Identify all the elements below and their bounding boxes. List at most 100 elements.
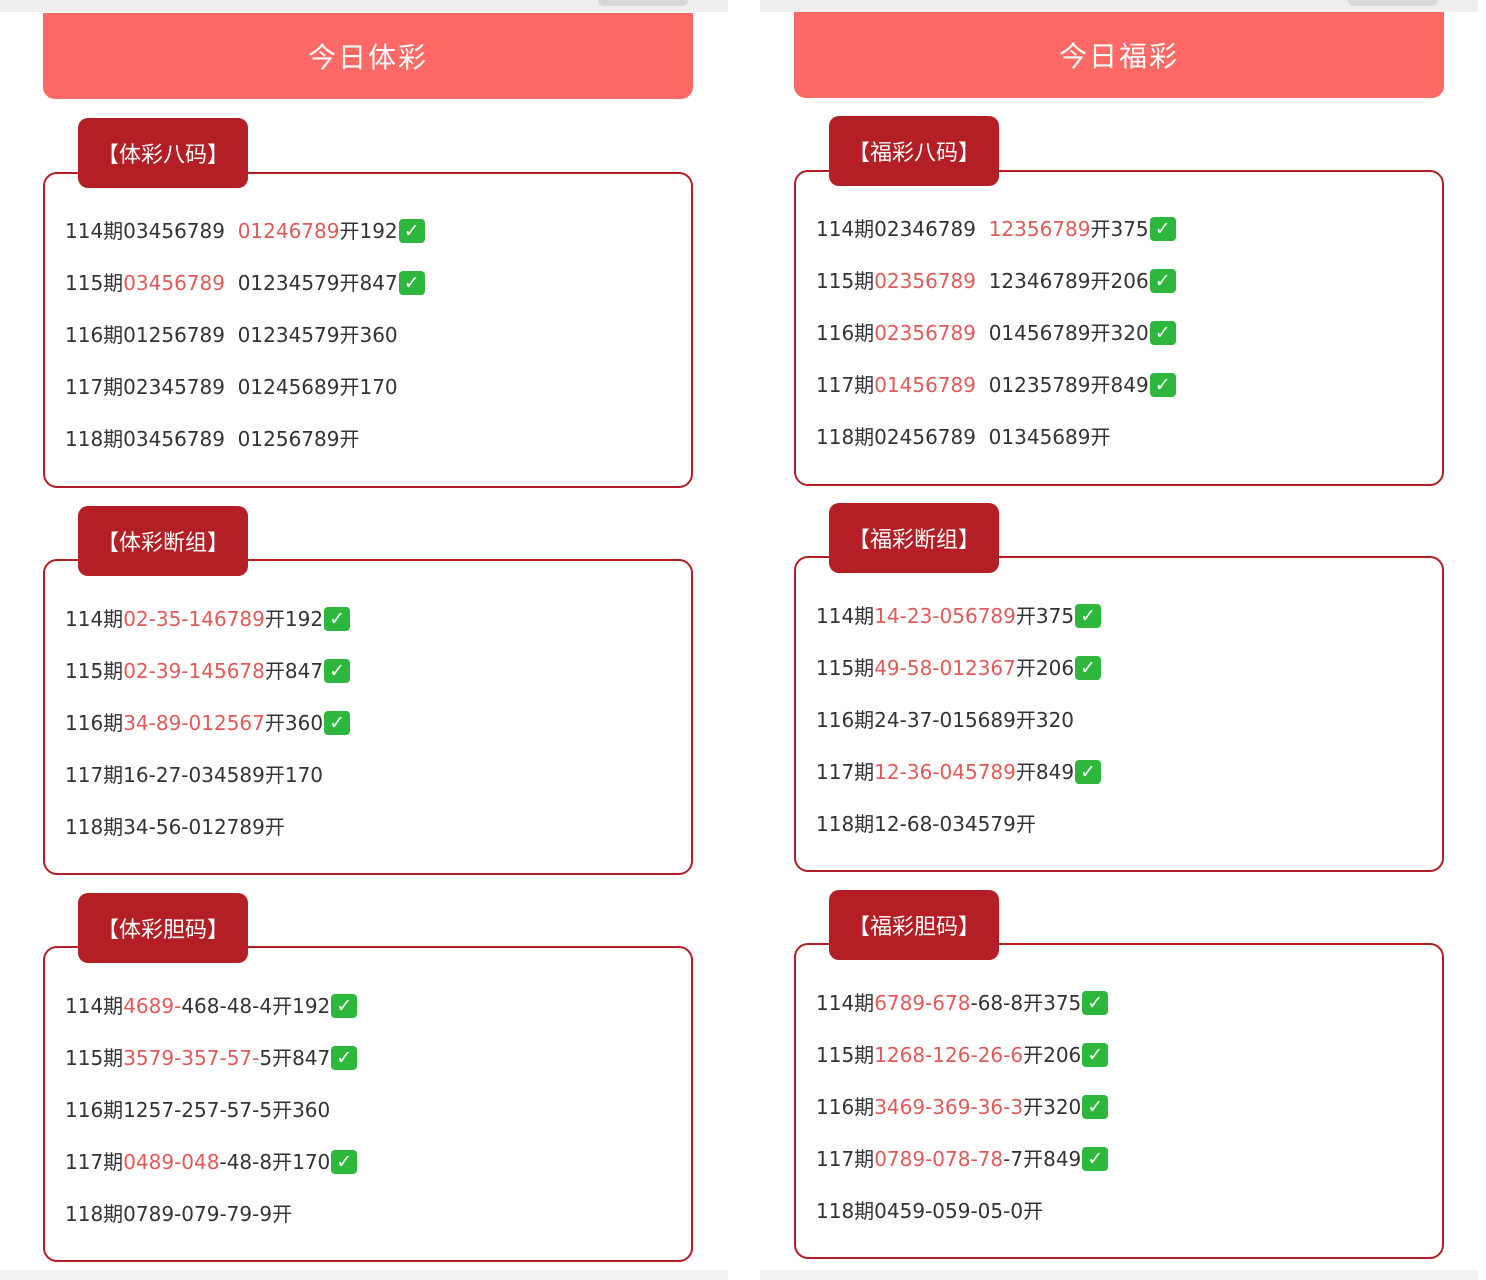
result-row: 114期02346789 12356789 开375 ✓ — [816, 214, 1176, 244]
section-tag: 【体彩胆码】 — [78, 893, 248, 963]
result-text: 118期12-68-034579开 — [816, 812, 1036, 836]
result-text: 开360 — [264, 711, 324, 735]
result-row: 114期 4689- 468-48-4开192 ✓ — [65, 991, 358, 1021]
bottom-strip-left — [0, 1270, 728, 1280]
result-row: 115期 02-39-145678 开847 ✓ — [65, 656, 351, 686]
result-row: 117期 0489-048 -48-8开170 ✓ — [65, 1147, 358, 1177]
highlighted-number: 02356789 — [874, 321, 976, 345]
bottom-strip-right — [760, 1270, 1478, 1280]
check-mark-icon: ✓ — [1149, 321, 1176, 345]
result-text: 114期 — [65, 607, 124, 631]
result-text: 117期16-27-034589开170 — [65, 763, 324, 787]
check-mark-icon: ✓ — [331, 1046, 358, 1070]
result-text: 117期 — [816, 1147, 875, 1171]
highlighted-number: 3579-357-57- — [123, 1046, 260, 1070]
sports-lottery-panel: 今日体彩 【体彩八码】 114期03456789 01246789 开192 ✓ 11… — [43, 0, 693, 1280]
section-tag: 【福彩八码】 — [829, 116, 999, 186]
result-text: 115期 — [816, 1043, 875, 1067]
result-row: 114期 14-23-056789 开375 ✓ — [816, 601, 1102, 631]
result-text: 117期02345789 01245689开170 — [65, 375, 398, 399]
result-row: 115期 1268-126-26-6 开206 ✓ — [816, 1040, 1109, 1070]
result-row: 117期02345789 01245689开170 — [65, 372, 398, 402]
highlighted-number: 02356789 — [874, 269, 976, 293]
highlighted-number: 12-36-045789 — [874, 760, 1016, 784]
result-row: 117期16-27-034589开170 — [65, 760, 323, 790]
result-text: 118期0789-079-79-9开 — [65, 1202, 293, 1226]
check-mark-icon: ✓ — [1082, 1043, 1109, 1067]
result-text: 开847 — [264, 659, 324, 683]
result-text: 114期03456789 — [65, 219, 238, 243]
result-row: 116期 02356789 01456789开320 ✓ — [816, 318, 1176, 348]
panel-title-banner: 今日福彩 — [794, 12, 1444, 98]
highlighted-number: 0789-078-78 — [874, 1147, 1004, 1171]
result-row: 117期 12-36-045789 开849 ✓ — [816, 757, 1102, 787]
result-row: 118期0459-059-05-0开 — [816, 1196, 1043, 1226]
result-text: 开206 — [1015, 656, 1075, 680]
result-row: 117期 01456789 01235789开849 ✓ — [816, 370, 1176, 400]
check-mark-icon: ✓ — [1082, 991, 1109, 1015]
result-text: 115期 — [816, 656, 875, 680]
result-text: 5开847 — [259, 1046, 331, 1070]
check-mark-icon: ✓ — [1149, 373, 1176, 397]
highlighted-number: 3469-369-36-3 — [874, 1095, 1024, 1119]
result-row: 116期 34-89-012567 开360 ✓ — [65, 708, 351, 738]
result-text: 开192 — [339, 219, 398, 243]
result-text: 01235789开849 — [975, 373, 1149, 397]
welfare-lottery-panel: 今日福彩 【福彩八码】 114期02346789 12356789 开375 ✓ 11… — [794, 0, 1444, 1280]
result-row: 118期0789-079-79-9开 — [65, 1199, 292, 1229]
result-text: 118期0459-059-05-0开 — [816, 1199, 1044, 1223]
highlighted-number: 01456789 — [874, 373, 976, 397]
highlighted-number: 12356789 — [988, 217, 1091, 241]
result-text: 116期24-37-015689开320 — [816, 708, 1075, 732]
check-mark-icon: ✓ — [398, 271, 425, 295]
result-row: 115期 49-58-012367 开206 ✓ — [816, 653, 1102, 683]
result-text: 114期 — [65, 994, 124, 1018]
check-mark-icon: ✓ — [1149, 217, 1176, 241]
check-mark-icon: ✓ — [1075, 760, 1102, 784]
result-text: 开849 — [1015, 760, 1075, 784]
check-mark-icon: ✓ — [1075, 604, 1102, 628]
result-text: 01234579开847 — [224, 271, 398, 295]
highlighted-number: 01246789 — [237, 219, 340, 243]
result-text: 116期 — [65, 711, 124, 735]
result-text: 116期 — [816, 321, 875, 345]
highlighted-number: 02-35-146789 — [123, 607, 265, 631]
result-row: 115期 02356789 12346789开206 ✓ — [816, 266, 1176, 296]
result-text: 117期 — [816, 760, 875, 784]
highlighted-number: 03456789 — [123, 271, 225, 295]
result-row: 118期34-56-012789开 — [65, 812, 285, 842]
result-text: 开375 — [1015, 604, 1075, 628]
result-text: -68-8开375 — [970, 991, 1082, 1015]
result-text: 118期03456789 01256789开 — [65, 427, 360, 451]
check-mark-icon: ✓ — [331, 1150, 358, 1174]
result-row: 116期 3469-369-36-3 开320 ✓ — [816, 1092, 1109, 1122]
result-text: 117期 — [65, 1150, 124, 1174]
check-mark-icon: ✓ — [398, 219, 425, 243]
result-row: 116期24-37-015689开320 — [816, 705, 1074, 735]
result-row: 114期 02-35-146789 开192 ✓ — [65, 604, 351, 634]
section-tag: 【体彩断组】 — [78, 506, 248, 576]
result-row: 118期02456789 01345689开 — [816, 422, 1110, 452]
check-mark-icon: ✓ — [324, 607, 351, 631]
highlighted-number: 34-89-012567 — [123, 711, 265, 735]
result-text: 468-48-4开192 — [181, 994, 331, 1018]
result-row: 118期03456789 01256789开 — [65, 424, 359, 454]
check-mark-icon: ✓ — [331, 994, 358, 1018]
result-text: 116期01256789 01234579开360 — [65, 323, 398, 347]
result-row: 115期 03456789 01234579开847 ✓ — [65, 268, 425, 298]
result-row: 114期03456789 01246789 开192 ✓ — [65, 216, 425, 246]
result-text: 115期 — [65, 659, 124, 683]
result-row: 118期12-68-034579开 — [816, 809, 1036, 839]
highlighted-number: 02-39-145678 — [123, 659, 265, 683]
result-text: 116期1257-257-57-5开360 — [65, 1098, 331, 1122]
result-text: 117期 — [816, 373, 875, 397]
result-text: 开206 — [1023, 1043, 1082, 1067]
result-text: 114期 — [816, 604, 875, 628]
result-text: -7开849 — [1003, 1147, 1082, 1171]
result-text: 12346789开206 — [975, 269, 1149, 293]
result-text: 115期 — [816, 269, 875, 293]
result-row: 115期 3579-357-57- 5开847 ✓ — [65, 1043, 358, 1073]
result-text: 116期 — [816, 1095, 875, 1119]
result-text: 114期02346789 — [816, 217, 989, 241]
result-text: -48-8开170 — [219, 1150, 331, 1174]
